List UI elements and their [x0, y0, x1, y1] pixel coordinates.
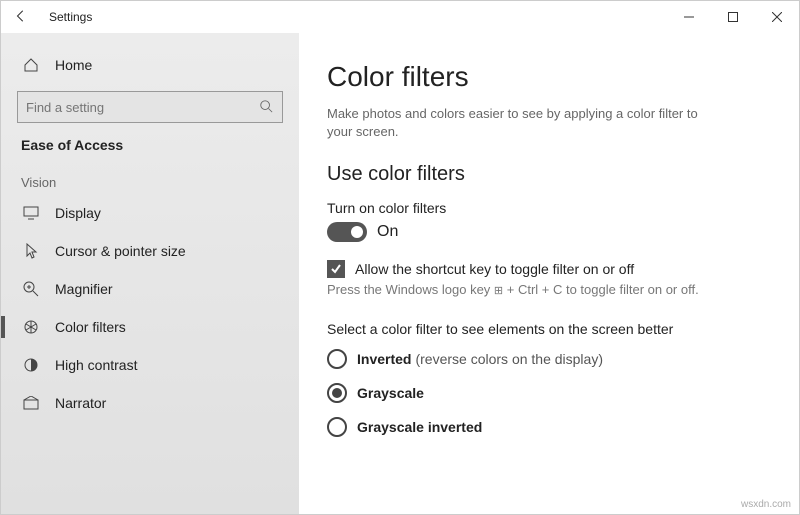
- back-button[interactable]: [1, 9, 41, 26]
- color-filters-icon: [21, 319, 41, 335]
- sidebar-item-cursor[interactable]: Cursor & pointer size: [1, 232, 299, 270]
- close-icon: [772, 12, 782, 22]
- sidebar-item-label: Magnifier: [55, 281, 113, 297]
- radio-icon: [327, 349, 347, 369]
- magnifier-icon: [21, 281, 41, 297]
- search-icon: [259, 99, 273, 116]
- home-icon: [21, 57, 41, 73]
- checkmark-icon: [330, 263, 342, 275]
- sidebar-item-narrator[interactable]: Narrator: [1, 384, 299, 422]
- window-title: Settings: [49, 10, 92, 24]
- radio-label-bold: Grayscale inverted: [357, 419, 482, 435]
- arrow-left-icon: [14, 9, 28, 23]
- color-filters-toggle[interactable]: [327, 222, 367, 242]
- radio-inverted[interactable]: Inverted (reverse colors on the display): [327, 349, 763, 369]
- section-heading: Use color filters: [327, 163, 763, 186]
- display-icon: [21, 206, 41, 220]
- toggle-knob-icon: [351, 226, 363, 238]
- content-pane: Color filters Make photos and colors eas…: [299, 33, 799, 514]
- maximize-icon: [728, 12, 738, 22]
- settings-window: Settings Home Ease of A: [0, 0, 800, 515]
- radio-grayscale-inverted[interactable]: Grayscale inverted: [327, 417, 763, 437]
- checkbox-label: Allow the shortcut key to toggle filter …: [355, 261, 634, 277]
- search-input[interactable]: [17, 91, 283, 123]
- shortcut-checkbox[interactable]: [327, 260, 345, 278]
- sidebar-item-magnifier[interactable]: Magnifier: [1, 270, 299, 308]
- toggle-label: Turn on color filters: [327, 200, 763, 216]
- sidebar-item-label: High contrast: [55, 357, 137, 373]
- category-heading: Ease of Access: [1, 123, 299, 161]
- sidebar-item-label: Color filters: [55, 319, 126, 335]
- minimize-button[interactable]: [667, 1, 711, 33]
- minimize-icon: [684, 12, 694, 22]
- sidebar: Home Ease of Access Vision Display Curso…: [1, 33, 299, 514]
- cursor-icon: [21, 243, 41, 259]
- home-label: Home: [55, 57, 92, 73]
- page-description: Make photos and colors easier to see by …: [327, 105, 707, 141]
- sidebar-item-display[interactable]: Display: [1, 194, 299, 232]
- page-title: Color filters: [327, 61, 763, 93]
- watermark: wsxdn.com: [741, 499, 791, 510]
- windows-key-icon: ⊞: [494, 285, 503, 297]
- toggle-state: On: [377, 223, 398, 241]
- radio-label-bold: Inverted: [357, 351, 411, 367]
- radio-grayscale[interactable]: Grayscale: [327, 383, 763, 403]
- radio-intro: Select a color filter to see elements on…: [327, 321, 763, 337]
- high-contrast-icon: [21, 357, 41, 373]
- sidebar-item-high-contrast[interactable]: High contrast: [1, 346, 299, 384]
- radio-icon: [327, 417, 347, 437]
- radio-label-sub: (reverse colors on the display): [415, 351, 603, 367]
- sidebar-item-label: Cursor & pointer size: [55, 243, 186, 259]
- sidebar-item-label: Display: [55, 205, 101, 221]
- sidebar-item-color-filters[interactable]: Color filters: [1, 308, 299, 346]
- radio-icon: [327, 383, 347, 403]
- home-link[interactable]: Home: [1, 49, 299, 81]
- maximize-button[interactable]: [711, 1, 755, 33]
- titlebar: Settings: [1, 1, 799, 33]
- radio-label-bold: Grayscale: [357, 385, 424, 401]
- group-heading: Vision: [1, 161, 299, 194]
- shortcut-hint: Press the Windows logo key ⊞ + Ctrl + C …: [327, 282, 763, 297]
- sidebar-item-label: Narrator: [55, 395, 106, 411]
- narrator-icon: [21, 396, 41, 410]
- close-button[interactable]: [755, 1, 799, 33]
